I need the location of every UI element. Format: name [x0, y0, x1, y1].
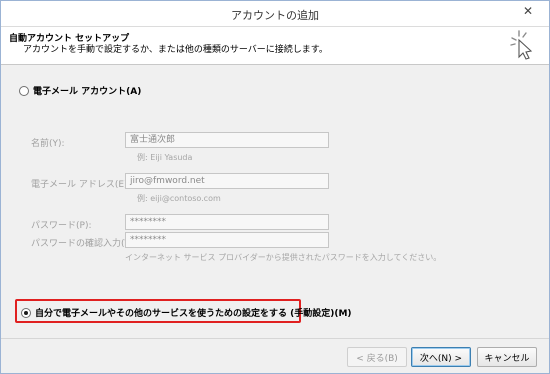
name-hint: 例: Eiji Yasuda	[137, 153, 193, 162]
wizard-cursor-icon	[510, 30, 533, 60]
close-icon: ✕	[522, 4, 534, 18]
password-confirm-field[interactable]: ********	[125, 232, 329, 248]
email-account-option[interactable]: 電子メール アカウント(A)	[19, 84, 141, 97]
name-field[interactable]: 富士通次郎	[125, 132, 329, 148]
email-account-label: 電子メール アカウント(A)	[33, 87, 142, 97]
dialog-footer: < 戻る(B) 次へ(N) > キャンセル	[1, 338, 549, 373]
cancel-button[interactable]: キャンセル	[477, 347, 537, 367]
name-label: 名前(Y):	[31, 139, 65, 149]
manual-setup-label: 自分で電子メールやその他のサービスを使うための設定をする (手動設定)(M)	[35, 309, 352, 319]
password-label: パスワード(P):	[31, 221, 92, 231]
password-hint: インターネット サービス プロバイダーから提供されたパスワードを入力してください…	[125, 253, 442, 262]
back-button[interactable]: < 戻る(B)	[347, 347, 407, 367]
email-account-radio[interactable]	[19, 85, 29, 96]
manual-setup-radio[interactable]	[21, 307, 31, 318]
title-bar: アカウントの追加 ✕	[1, 1, 549, 27]
next-button[interactable]: 次へ(N) >	[411, 347, 471, 367]
wizard-content: 電子メール アカウント(A) 名前(Y): 富士通次郎 例: Eiji Yasu…	[1, 66, 549, 338]
email-field[interactable]: jiro@fmword.net	[125, 173, 329, 189]
password-confirm-label: パスワードの確認入力(T):	[31, 239, 137, 249]
email-label: 電子メール アドレス(E):	[31, 180, 131, 190]
password-field[interactable]: ********	[125, 214, 329, 230]
email-hint: 例: eiji@contoso.com	[137, 194, 221, 203]
header-subtitle: アカウントを手動で設定するか、または他の種類のサーバーに接続します。	[23, 45, 328, 55]
window-title: アカウントの追加	[231, 9, 319, 22]
wizard-header: 自動アカウント セットアップ アカウントを手動で設定するか、または他の種類のサー…	[1, 27, 549, 65]
manual-setup-option[interactable]: 自分で電子メールやその他のサービスを使うための設定をする (手動設定)(M)	[21, 306, 352, 319]
add-account-dialog: アカウントの追加 ✕ 自動アカウント セットアップ アカウントを手動で設定するか…	[0, 0, 550, 374]
close-button[interactable]: ✕	[513, 2, 543, 20]
